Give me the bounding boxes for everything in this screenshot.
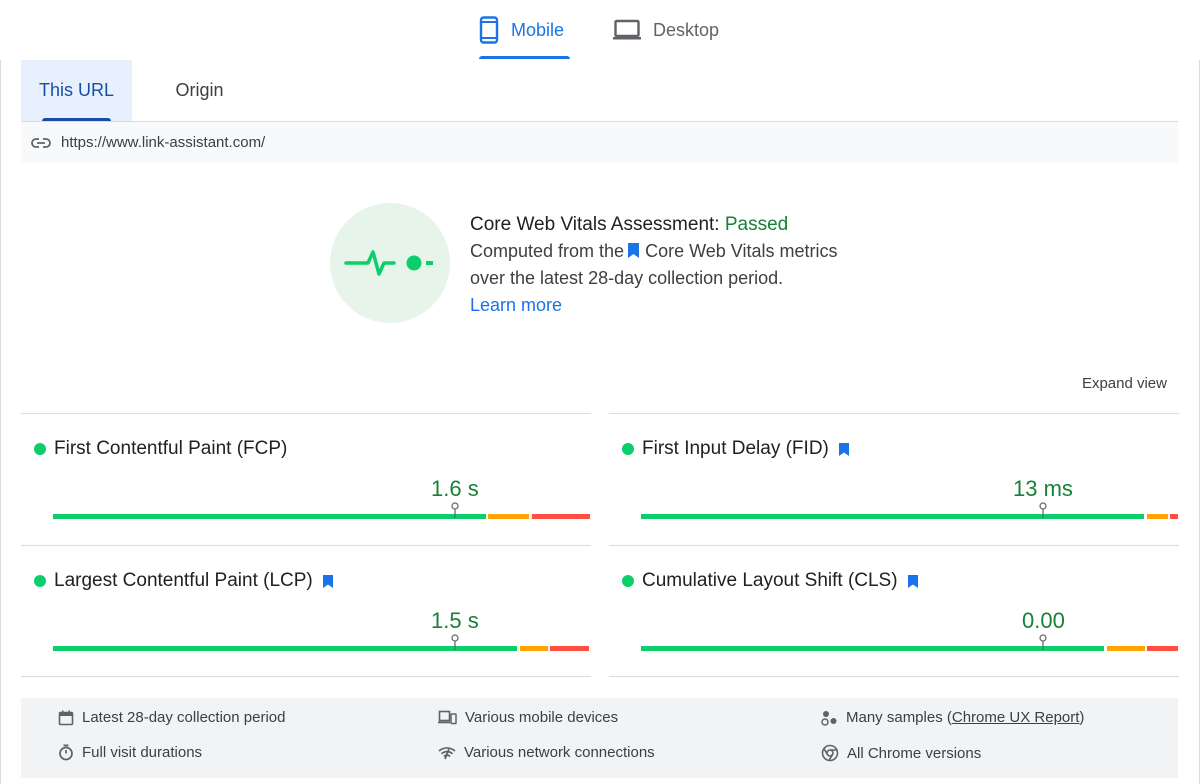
assessment-line1: Computed from the Core Web Vitals metrics [470, 238, 890, 265]
metric-label: Cumulative Layout Shift (CLS) [642, 570, 898, 591]
poor-segment [550, 646, 589, 651]
percentile-marker-icon [1039, 502, 1047, 518]
assessment-status: Passed [724, 214, 789, 235]
footer-samples: Many samples (Chrome UX Report) [821, 709, 1084, 726]
chrome-icon [821, 744, 839, 762]
bookmark-icon [322, 574, 333, 588]
percentile-marker-icon [1039, 634, 1047, 650]
metric-value: 13 ms [1013, 476, 1073, 501]
assessment-line1-after: Core Web Vitals metrics [645, 241, 838, 261]
footer-network: Various network connections [438, 744, 655, 761]
good-status-dot [34, 575, 46, 587]
poor-segment [532, 514, 590, 519]
needs-improvement-segment [488, 514, 529, 519]
metric-cls: Cumulative Layout Shift (CLS) 0.00 [609, 545, 1179, 677]
metric-name: First Input Delay (FID) [622, 438, 849, 460]
url-bar: https://www.link-assistant.com/ [21, 122, 1178, 163]
tab-origin[interactable]: Origin [152, 60, 247, 121]
metric-value: 1.6 s [431, 476, 479, 501]
bookmark-icon [838, 442, 849, 456]
data-source-footer: Latest 28-day collection period Full vis… [21, 698, 1178, 778]
metric-label: Largest Contentful Paint (LCP) [54, 570, 313, 591]
assessment-title-label: Core Web Vitals Assessment: [470, 214, 720, 235]
footer-durations-text: Full visit durations [82, 744, 203, 761]
poor-segment [1147, 646, 1178, 651]
footer-chrome-text: All Chrome versions [847, 744, 982, 762]
bookmark-icon [628, 243, 640, 258]
assessment-line2: over the latest 28-day collection period… [470, 268, 784, 288]
metric-name: First Contentful Paint (FCP) [34, 438, 287, 460]
good-status-dot [34, 443, 46, 455]
assessment-line1-before: Computed from the [470, 241, 625, 261]
assessment-summary: Core Web Vitals Assessment: Passed Compu… [470, 211, 890, 319]
metric-fid: First Input Delay (FID) 13 ms [609, 413, 1179, 545]
devices-icon [438, 710, 457, 725]
percentile-marker-icon [451, 634, 459, 650]
needs-improvement-segment [1107, 646, 1145, 651]
tab-mobile[interactable]: Mobile [479, 0, 570, 60]
assessment-title: Core Web Vitals Assessment: Passed [470, 211, 890, 238]
good-segment [641, 646, 1104, 651]
footer-period-text: Latest 28-day collection period [82, 709, 286, 726]
good-status-dot [622, 443, 634, 455]
footer-period: Latest 28-day collection period [58, 709, 285, 726]
tab-mobile-label: Mobile [511, 19, 565, 40]
footer-samples-suffix: ) [1079, 709, 1085, 726]
good-status-dot [622, 575, 634, 587]
device-tabs: Mobile Desktop [0, 0, 1200, 60]
percentile-marker-icon [451, 502, 459, 518]
good-segment [53, 646, 517, 651]
footer-network-text: Various network connections [464, 744, 655, 761]
link-icon [31, 137, 51, 148]
metric-label: First Input Delay (FID) [642, 438, 829, 459]
footer-devices-text: Various mobile devices [465, 709, 619, 726]
metric-fcp: First Contentful Paint (FCP) 1.6 s [21, 413, 591, 545]
chrome-ux-report-link[interactable]: Chrome UX Report [952, 709, 1080, 726]
footer-chrome: All Chrome versions [821, 744, 981, 762]
laptop-icon [613, 19, 641, 40]
metric-value: 1.5 s [431, 608, 479, 633]
vitals-pulse-icon [330, 203, 450, 323]
calendar-icon [58, 710, 74, 725]
scope-tabs: This URL Origin [21, 60, 1178, 122]
bookmark-icon [907, 574, 918, 588]
poor-segment [1170, 514, 1178, 519]
footer-devices: Various mobile devices [438, 709, 618, 726]
expand-view-button[interactable]: Expand view [1082, 375, 1167, 392]
smartphone-icon [479, 16, 499, 44]
learn-more-link[interactable]: Learn more [470, 292, 890, 319]
metric-label: First Contentful Paint (FCP) [54, 438, 288, 459]
footer-durations: Full visit durations [58, 744, 202, 761]
url-text: https://www.link-assistant.com/ [61, 134, 266, 151]
good-segment [641, 514, 1144, 519]
tab-desktop-label: Desktop [653, 19, 720, 40]
stopwatch-icon [59, 744, 73, 761]
metric-value: 0.00 [1022, 608, 1065, 633]
tab-desktop[interactable]: Desktop [613, 0, 719, 60]
network-signal-icon [438, 746, 456, 759]
needs-improvement-segment [520, 646, 548, 651]
footer-samples-prefix: Many samples ( [846, 709, 952, 726]
needs-improvement-segment [1147, 514, 1168, 519]
metric-lcp: Largest Contentful Paint (LCP) 1.5 s [21, 545, 591, 677]
good-segment [53, 514, 486, 519]
metric-name: Cumulative Layout Shift (CLS) [622, 570, 918, 592]
metric-name: Largest Contentful Paint (LCP) [34, 570, 333, 592]
samples-icon [821, 710, 837, 726]
tab-this-url[interactable]: This URL [21, 60, 132, 121]
